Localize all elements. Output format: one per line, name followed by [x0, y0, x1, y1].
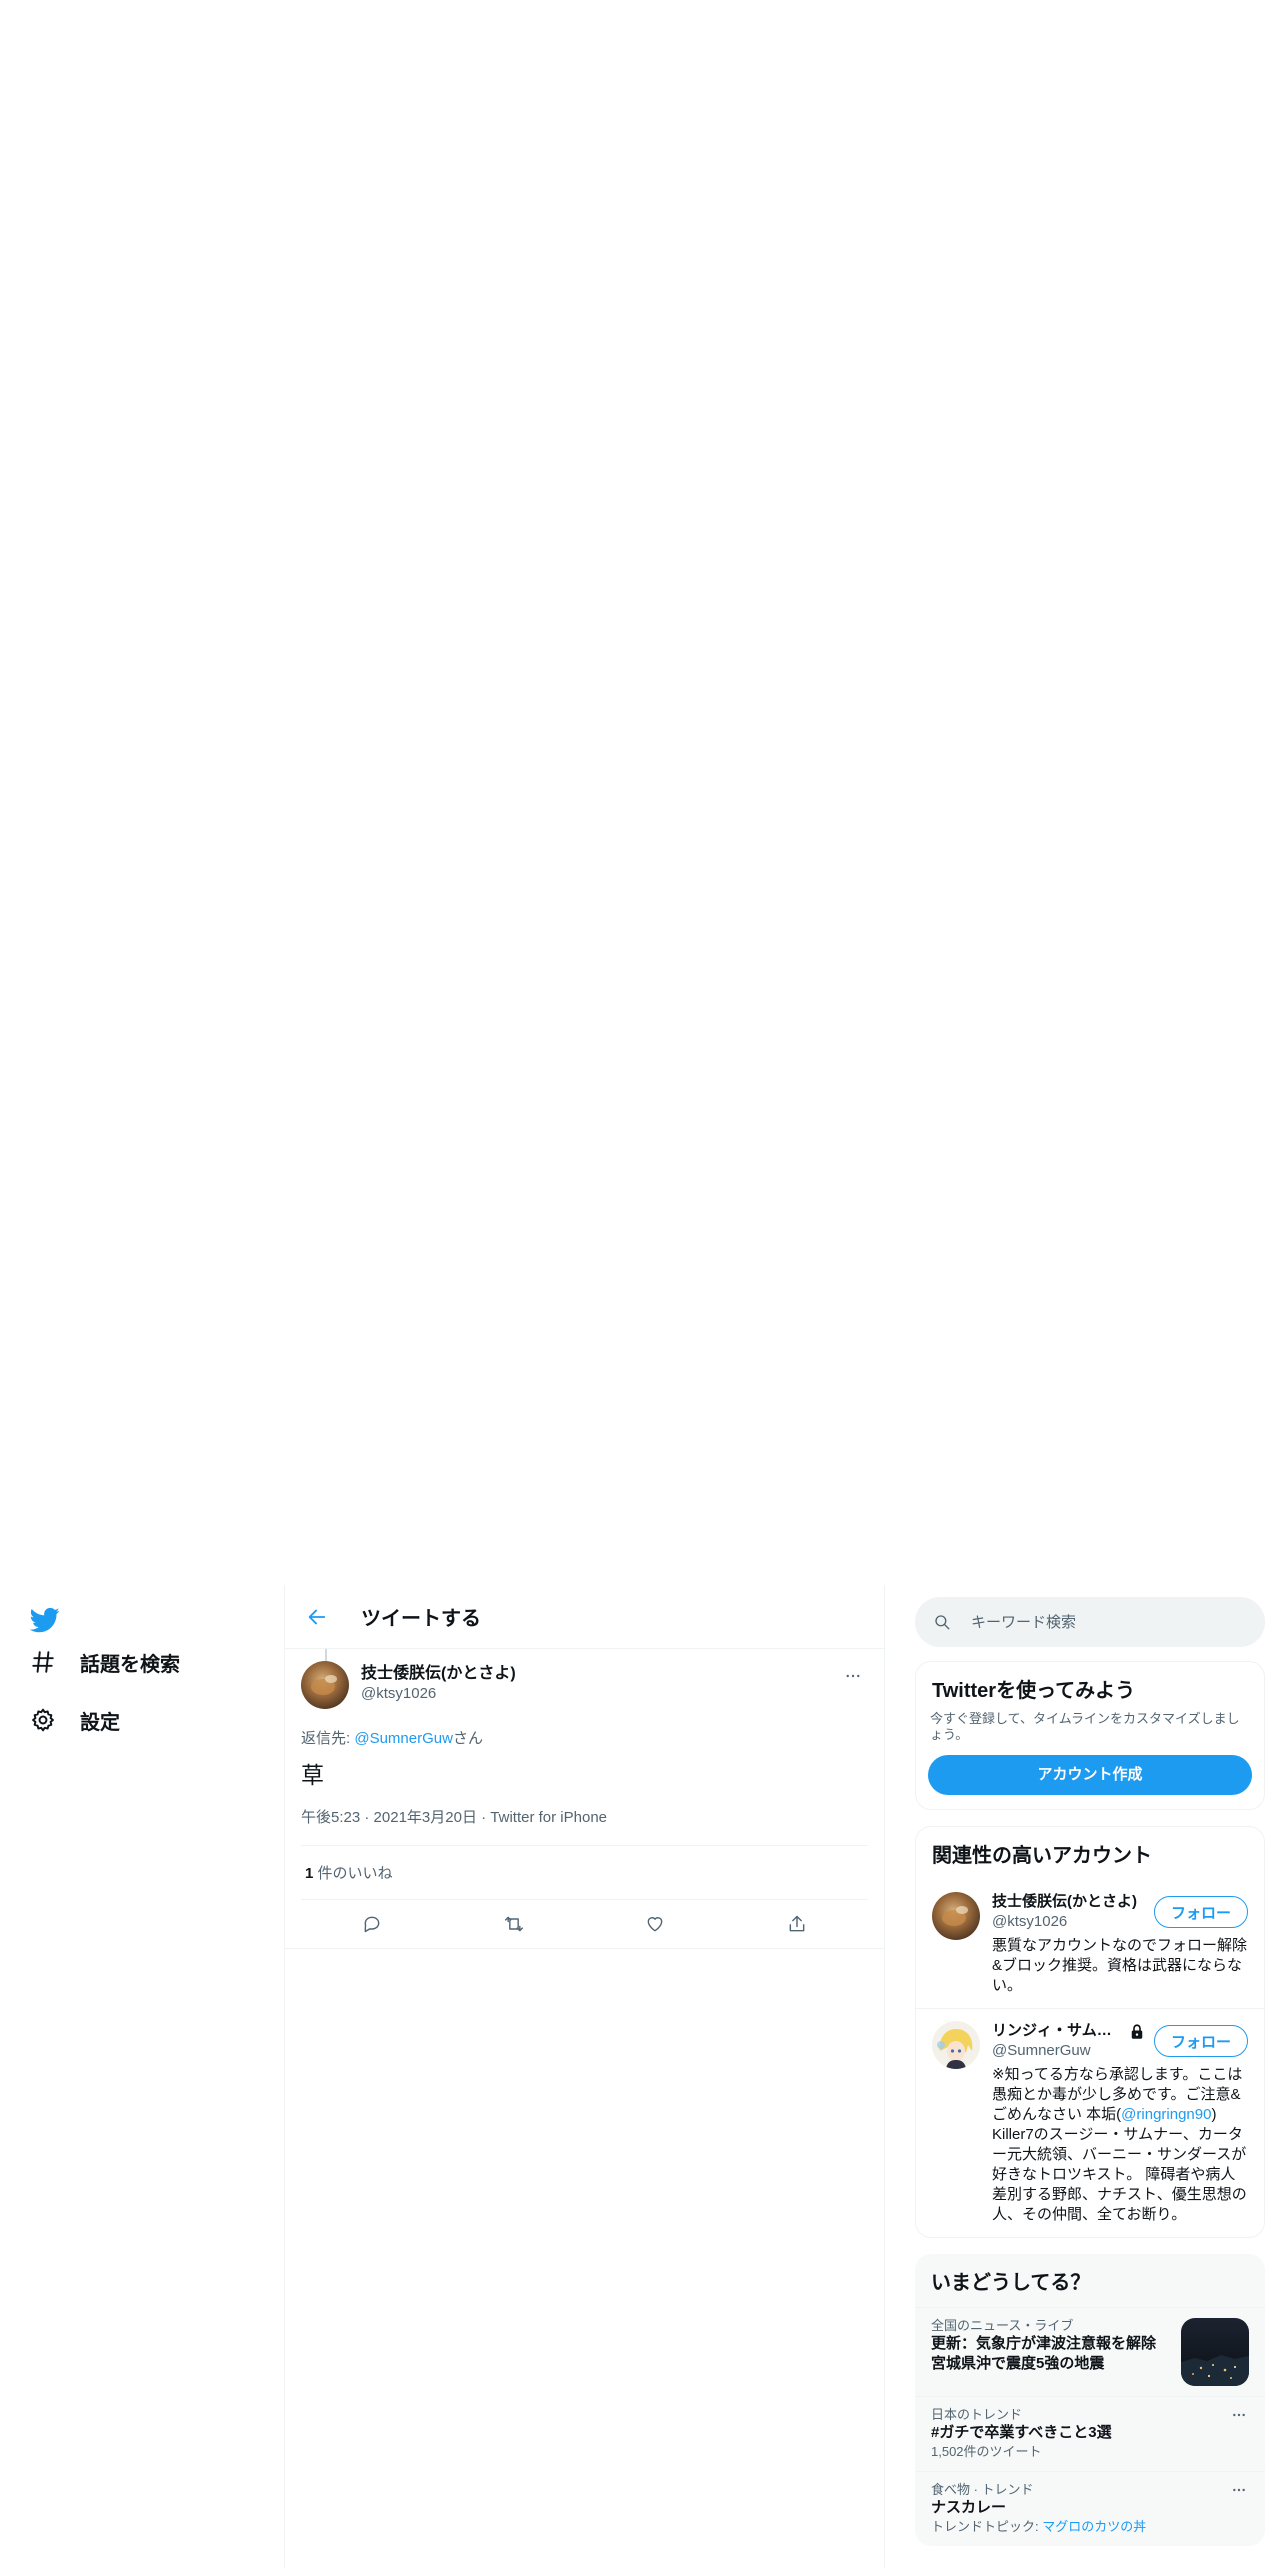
display-name: リンジィ・サムナー — [992, 2022, 1122, 2039]
trend-meta: 食べ物 · トレンド — [931, 2482, 1034, 2497]
related-title: 関連性の高いアカウント — [932, 1845, 1152, 1867]
right-sidebar: Twitterを使ってみよう 今すぐ登録して、タイムラインをカスタマイズしましょ… — [915, 1585, 1265, 2546]
trend-topic: トレンドトピック: マグロのカツの丼 — [931, 2519, 1147, 2534]
thread-line — [325, 1649, 327, 1661]
related-account-body: リンジィ・サムナー @SumnerGuw フォロー ※知ってる方なら承認します。… — [992, 2021, 1248, 2225]
account-bio: 悪質なアカウントなのでフォロー解除&ブロック推奨。資格は武器にならない。 — [992, 1937, 1248, 1994]
trend-topic-link[interactable]: マグロのカツの丼 — [1042, 2519, 1146, 2534]
related-account[interactable]: リンジィ・サムナー @SumnerGuw フォロー ※知ってる方なら承認します。… — [916, 2008, 1264, 2237]
reply-mention-link[interactable]: @SumnerGuw — [354, 1730, 453, 1747]
gear-icon — [28, 1705, 58, 1735]
related-account-body: 技士倭朕伝(かとさよ) @ktsy1026 フォロー 悪質なアカウントなのでフォ… — [992, 1892, 1248, 1996]
replying-to: 返信先: @SumnerGuwさん — [301, 1730, 483, 1747]
page: 話題を検索 設定 ツイートする 技士倭朕伝(かとさよ) @ktsy1026 返信… — [0, 1585, 1284, 2568]
create-account-button[interactable]: アカウント作成 — [928, 1755, 1252, 1795]
trend-more-button[interactable] — [1229, 2480, 1249, 2500]
hashtag-icon — [28, 1647, 58, 1677]
retweet-button[interactable] — [495, 1905, 533, 1943]
trend-item[interactable]: 全国のニュース・ライブ 更新：気象庁が津波注意報を解除 宮城県沖で震度5強の地震 — [915, 2307, 1265, 2396]
twitter-logo-icon[interactable] — [28, 1605, 62, 1635]
tweet-meta: 午後5:23 · 2021年3月20日 · Twitter for iPhone — [301, 1806, 868, 1846]
reply-button[interactable] — [353, 1905, 391, 1943]
tweet-actions — [301, 1900, 868, 1948]
trend-meta: 全国のニュース・ライブ — [931, 2318, 1074, 2333]
tweet-time[interactable]: 午後5:23 — [301, 1809, 360, 1826]
tweet-source[interactable]: Twitter for iPhone — [490, 1809, 607, 1826]
share-button[interactable] — [778, 1905, 816, 1943]
divider — [285, 1948, 884, 1949]
main-header: ツイートする — [285, 1585, 884, 1649]
back-button[interactable] — [299, 1599, 335, 1635]
reply-icon — [364, 1916, 380, 1933]
tweet-text: 草 — [301, 1762, 324, 1788]
related-account[interactable]: 技士倭朕伝(かとさよ) @ktsy1026 フォロー 悪質なアカウントなのでフォ… — [916, 1880, 1264, 2008]
more-icon — [1233, 2488, 1245, 2492]
tweet-date[interactable]: 2021年3月20日 — [374, 1809, 477, 1826]
arrow-left-icon — [308, 1609, 326, 1624]
related-accounts-card: 関連性の高いアカウント 技士倭朕伝(かとさよ) @ktsy1026 フォロー 悪… — [915, 1826, 1265, 2238]
follow-button[interactable]: フォロー — [1154, 1896, 1248, 1928]
nav-item-label: 話題を検索 — [80, 1653, 180, 1676]
search-icon — [935, 1615, 950, 1630]
trends-title: いまどうしてる？ — [931, 2272, 1091, 2294]
trend-title: #ガチで卒業すべきこと3選 — [931, 2424, 1112, 2441]
trend-thumbnail — [1181, 2318, 1249, 2386]
account-bio: ※知ってる方なら承認します。ここは愚痴とか毒が少し多めです。ご注意&ごめんなさい… — [992, 2066, 1247, 2223]
signup-title: Twitterを使ってみよう — [932, 1680, 1136, 1702]
trend-title: 更新：気象庁が津波注意報を解除 宮城県沖で震度5強の地震 — [931, 2335, 1157, 2372]
trend-meta: 日本のトレンド — [931, 2407, 1023, 2422]
retweet-icon — [504, 1916, 523, 1932]
trend-title: ナスカレー — [931, 2499, 1007, 2516]
avatar[interactable] — [932, 1892, 980, 1940]
tweet-header: 技士倭朕伝(かとさよ) @ktsy1026 — [301, 1661, 868, 1709]
main-column: ツイートする 技士倭朕伝(かとさよ) @ktsy1026 返信先: @Sumne… — [284, 1585, 885, 2568]
page-title: ツイートする — [361, 1608, 481, 1630]
more-options-button[interactable] — [838, 1661, 868, 1691]
left-nav: 話題を検索 設定 — [0, 1585, 284, 2568]
avatar[interactable] — [301, 1661, 349, 1709]
search-input[interactable] — [971, 1613, 1231, 1631]
nav-item-explore[interactable]: 話題を検索 — [28, 1642, 180, 1682]
nav-item-settings[interactable]: 設定 — [28, 1700, 120, 1740]
more-icon — [1233, 2413, 1245, 2417]
trend-item[interactable]: 食べ物 · トレンド ナスカレー トレンドトピック: マグロのカツの丼 — [915, 2471, 1265, 2546]
avatar[interactable] — [932, 2021, 980, 2069]
signup-card: Twitterを使ってみよう 今すぐ登録して、タイムラインをカスタマイズしましょ… — [915, 1661, 1265, 1810]
user-handle: @ktsy1026 — [361, 1685, 437, 1702]
search-box[interactable] — [915, 1597, 1265, 1647]
trend-item[interactable]: 日本のトレンド #ガチで卒業すべきこと3選 1,502件のツイート — [915, 2396, 1265, 2471]
share-icon — [789, 1915, 805, 1932]
tweet-author[interactable]: 技士倭朕伝(かとさよ) @ktsy1026 — [361, 1661, 838, 1704]
signup-description: 今すぐ登録して、タイムラインをカスタマイズしましょう。 — [930, 1711, 1240, 1742]
heart-icon — [648, 1917, 663, 1932]
display-name: 技士倭朕伝(かとさよ) — [992, 1893, 1137, 1910]
follow-button[interactable]: フォロー — [1154, 2025, 1248, 2057]
user-handle: @SumnerGuw — [992, 2042, 1091, 2059]
nav-item-label: 設定 — [80, 1711, 120, 1734]
like-button[interactable] — [636, 1905, 674, 1943]
likes-count[interactable]: 1 件のいいね — [301, 1846, 868, 1900]
tweet: 技士倭朕伝(かとさよ) @ktsy1026 返信先: @SumnerGuwさん … — [285, 1649, 884, 1949]
user-handle: @ktsy1026 — [992, 1913, 1068, 1930]
display-name: 技士倭朕伝(かとさよ) — [361, 1665, 516, 1682]
lock-icon — [1131, 2024, 1143, 2039]
bio-mention-link[interactable]: @ringringn90 — [1121, 2106, 1211, 2123]
more-icon — [846, 1674, 860, 1678]
trends-card: いまどうしてる？ 全国のニュース・ライブ 更新：気象庁が津波注意報を解除 宮城県… — [915, 2254, 1265, 2546]
trend-count: 1,502件のツイート — [931, 2444, 1042, 2459]
trend-more-button[interactable] — [1229, 2405, 1249, 2425]
